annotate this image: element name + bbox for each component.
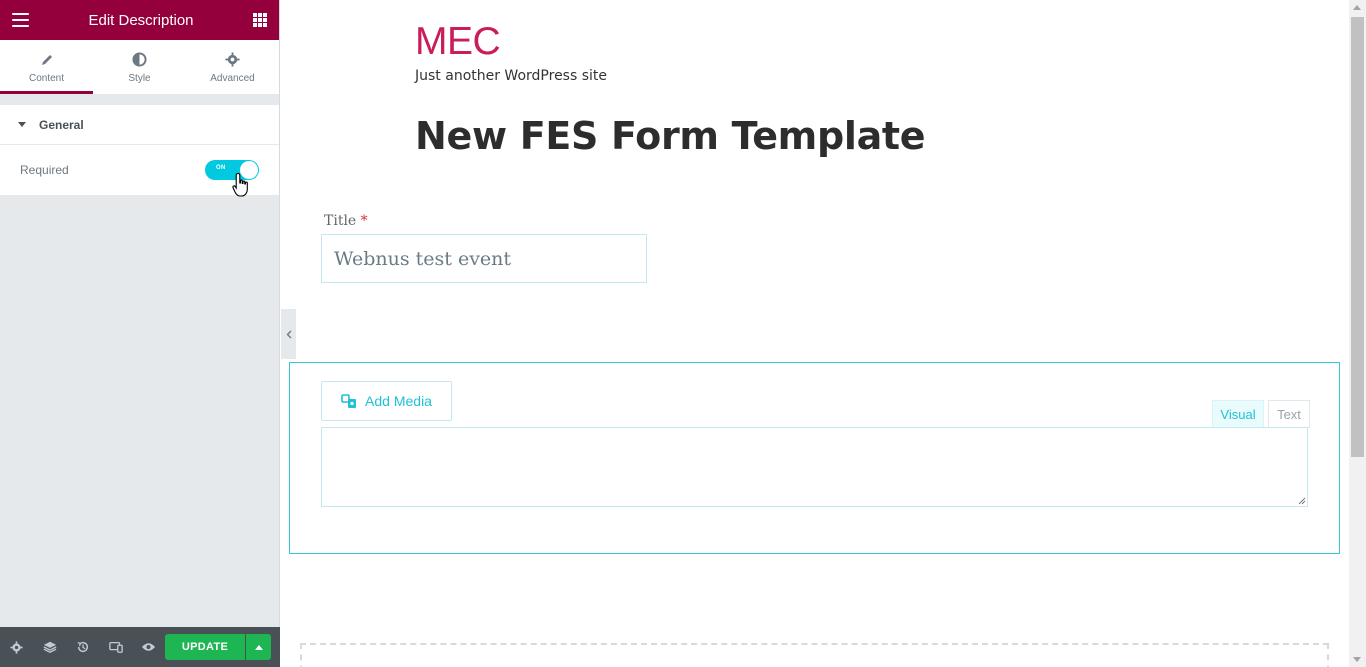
- site-description: Just another WordPress site: [415, 68, 608, 84]
- settings-icon[interactable]: [0, 627, 33, 667]
- add-media-button[interactable]: Add Media: [321, 381, 452, 421]
- preview-eye-icon[interactable]: [132, 627, 165, 667]
- editor-panel: Edit Description Content Style Advanced: [0, 0, 280, 667]
- title-label-text: Title: [324, 213, 357, 229]
- add-media-label: Add Media: [365, 393, 432, 409]
- panel-header: Edit Description: [0, 0, 279, 40]
- hand-cursor-icon: [232, 172, 248, 197]
- half-circle-icon: [132, 51, 147, 69]
- scroll-up-icon[interactable]: [1353, 5, 1361, 10]
- history-icon[interactable]: [66, 627, 99, 667]
- menu-icon[interactable]: [12, 13, 29, 27]
- scroll-down-icon[interactable]: [1353, 657, 1361, 662]
- site-title[interactable]: MEC: [415, 20, 501, 64]
- required-asterisk: *: [360, 213, 368, 229]
- update-options-button[interactable]: [246, 634, 271, 660]
- update-button[interactable]: UPDATE: [165, 634, 245, 660]
- add-media-icon: [341, 394, 357, 408]
- pencil-icon: [40, 51, 54, 69]
- title-input[interactable]: Webnus test event: [321, 234, 647, 283]
- panel-collapse-toggle[interactable]: [281, 309, 296, 359]
- widgets-grid-icon[interactable]: [252, 13, 267, 27]
- title-input-value: Webnus test event: [334, 247, 512, 270]
- layers-icon[interactable]: [33, 627, 66, 667]
- required-label: Required: [20, 163, 69, 177]
- panel-title: Edit Description: [88, 11, 194, 29]
- editor-tab-visual[interactable]: Visual: [1212, 400, 1264, 428]
- toggle-on-text: ON: [216, 165, 226, 171]
- section-general-title: General: [39, 117, 84, 132]
- gear-icon: [225, 51, 240, 69]
- tab-advanced-label: Advanced: [210, 72, 255, 84]
- scroll-thumb[interactable]: [1351, 17, 1364, 457]
- tab-advanced[interactable]: Advanced: [186, 40, 279, 94]
- panel-tabs: Content Style Advanced: [0, 40, 279, 95]
- tab-content[interactable]: Content: [0, 40, 93, 94]
- page-scrollbar[interactable]: [1349, 0, 1366, 667]
- responsive-icon[interactable]: [99, 627, 132, 667]
- page-title: New FES Form Template: [415, 114, 926, 158]
- panel-footer: UPDATE: [0, 627, 280, 667]
- chevron-left-icon: [286, 330, 291, 338]
- resize-grip-icon[interactable]: [1298, 497, 1306, 505]
- description-textarea[interactable]: [321, 427, 1308, 507]
- section-general[interactable]: General: [0, 105, 279, 145]
- caret-up-icon: [254, 644, 263, 650]
- title-field-label: Title *: [324, 213, 368, 229]
- tab-style-label: Style: [128, 72, 151, 84]
- add-section-dropzone[interactable]: [300, 643, 1329, 667]
- caret-down-icon: [18, 122, 26, 127]
- editor-tab-text[interactable]: Text: [1268, 400, 1310, 428]
- tab-style[interactable]: Style: [93, 40, 186, 94]
- tab-content-label: Content: [28, 72, 65, 84]
